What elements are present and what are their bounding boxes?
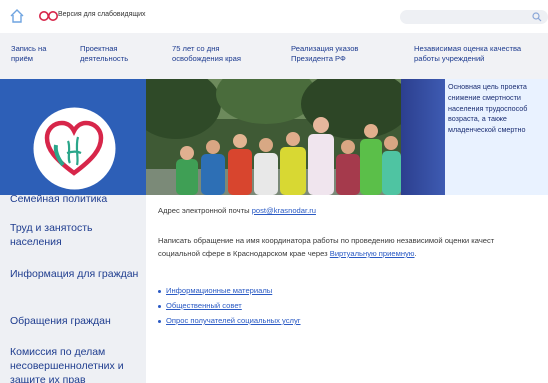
sidebar-item-family-policy[interactable]: Семейная политика	[10, 195, 140, 206]
sidebar: Семейная политика Труд и занятость насел…	[0, 195, 146, 383]
ministry-logo[interactable]	[33, 107, 116, 190]
low-vision-link[interactable]: Версия для слабовидящих	[58, 11, 146, 18]
appeal-suffix: .	[414, 249, 417, 258]
home-icon[interactable]	[9, 8, 25, 24]
virtual-reception-link[interactable]: Виртуальную приемную	[330, 249, 415, 258]
list-item[interactable]: Опрос получателей социальных услуг	[158, 316, 301, 325]
top-bar: Версия для слабовидящих	[0, 0, 548, 33]
list-item[interactable]: Информационные материалы	[158, 286, 272, 295]
sidebar-item-citizens-info[interactable]: Информация для граждан	[10, 267, 140, 281]
search-input[interactable]	[400, 10, 548, 24]
nav-item-decrees[interactable]: Реализация указов Президента РФ	[291, 44, 358, 64]
nav-item-75-years[interactable]: 75 лет со дня освобождения края	[172, 44, 241, 64]
public-council-link[interactable]: Общественный совет	[166, 301, 242, 310]
survey-link[interactable]: Опрос получателей социальных услуг	[166, 316, 301, 325]
email-label: Адрес электронной почты	[158, 206, 252, 215]
bullet-icon	[158, 289, 161, 293]
banner-screen: Основная цель проекта снижение смертност…	[401, 79, 548, 195]
main-nav: Запись на приём Проектная деятельность 7…	[0, 33, 548, 79]
sidebar-item-appeals[interactable]: Обращения граждан	[10, 314, 140, 328]
email-line: Адрес электронной почты post@krasnodar.r…	[158, 205, 316, 217]
email-link[interactable]: post@krasnodar.ru	[252, 206, 316, 215]
appeal-text: социальной сфере в Краснодарском крае че…	[158, 249, 330, 258]
info-materials-link[interactable]: Информационные материалы	[166, 286, 272, 295]
banner-photo	[146, 79, 401, 195]
banner-text: Основная цель проекта снижение смертност…	[448, 82, 528, 135]
appeal-line-1: Написать обращение на имя координатора р…	[158, 236, 495, 245]
search-icon[interactable]	[532, 12, 542, 22]
bullet-icon	[158, 319, 161, 323]
sidebar-item-minors-commission[interactable]: Комиссия по делам несовершеннолетних и з…	[10, 345, 140, 383]
appeal-line-2: социальной сфере в Краснодарском крае че…	[158, 248, 417, 260]
nav-item-quality-assessment[interactable]: Независимая оценка качества работы учреж…	[414, 44, 521, 64]
nav-item-appointment[interactable]: Запись на приём	[11, 44, 46, 64]
main-content: Адрес электронной почты post@krasnodar.r…	[146, 195, 548, 383]
list-item[interactable]: Общественный совет	[158, 301, 242, 310]
sidebar-item-employment[interactable]: Труд и занятость населения	[10, 221, 140, 249]
nav-item-projects[interactable]: Проектная деятельность	[80, 44, 128, 64]
bullet-icon	[158, 304, 161, 308]
